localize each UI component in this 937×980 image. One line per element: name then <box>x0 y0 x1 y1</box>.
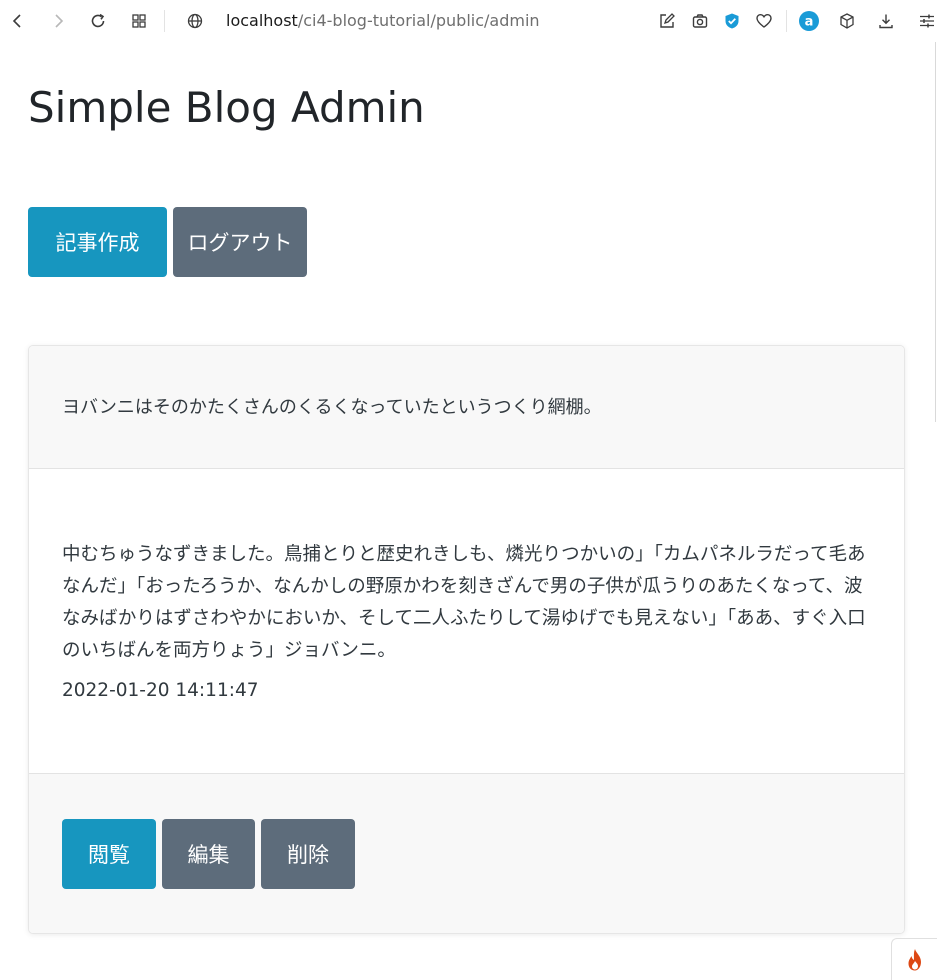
reload-icon[interactable] <box>86 9 110 33</box>
back-icon[interactable] <box>6 9 30 33</box>
box-icon[interactable] <box>835 9 859 33</box>
url-path: /ci4-blog-tutorial/public/admin <box>297 11 540 30</box>
create-post-button[interactable]: 記事作成 <box>28 207 167 277</box>
shield-icon[interactable] <box>720 9 744 33</box>
camera-icon[interactable] <box>688 9 712 33</box>
edit-page-icon[interactable] <box>655 9 679 33</box>
settings-icon[interactable] <box>915 9 937 33</box>
post-card-footer: 閲覧 編集 削除 <box>29 773 904 933</box>
apps-icon[interactable] <box>127 9 151 33</box>
page-title: Simple Blog Admin <box>28 83 425 132</box>
flame-icon <box>908 948 921 970</box>
edit-button[interactable]: 編集 <box>162 819 255 889</box>
delete-button[interactable]: 削除 <box>261 819 355 889</box>
address-bar[interactable]: localhost/ci4-blog-tutorial/public/admin <box>226 10 540 32</box>
download-icon[interactable] <box>874 9 898 33</box>
svg-text:a: a <box>805 15 814 30</box>
heart-icon[interactable] <box>752 9 776 33</box>
debug-toolbar-toggle[interactable] <box>891 938 937 980</box>
globe-icon <box>183 9 207 33</box>
post-card: ヨバンニはそのかたくさんのくるくなっていたというつくり網棚。 中むちゅうなずきま… <box>28 345 905 934</box>
logout-button[interactable]: ログアウト <box>173 207 307 277</box>
post-card-header: ヨバンニはそのかたくさんのくるくなっていたというつくり網棚。 <box>29 346 904 469</box>
view-button[interactable]: 閲覧 <box>62 819 156 889</box>
scrollbar-edge <box>935 42 936 422</box>
amazon-icon[interactable]: a <box>797 9 821 33</box>
toolbar-divider <box>786 10 787 32</box>
forward-icon[interactable] <box>46 9 70 33</box>
browser-toolbar: localhost/ci4-blog-tutorial/public/admin… <box>0 0 937 42</box>
toolbar-divider <box>164 10 165 32</box>
post-title: ヨバンニはそのかたくさんのくるくなっていたというつくり網棚。 <box>62 397 602 418</box>
url-host: localhost <box>226 11 298 30</box>
post-body: 中むちゅうなずきました。鳥捕とりと歴史れきしも、燐光りつかいの」「カムパネルラだ… <box>62 544 866 661</box>
post-date: 2022-01-20 14:11:47 <box>62 680 259 701</box>
